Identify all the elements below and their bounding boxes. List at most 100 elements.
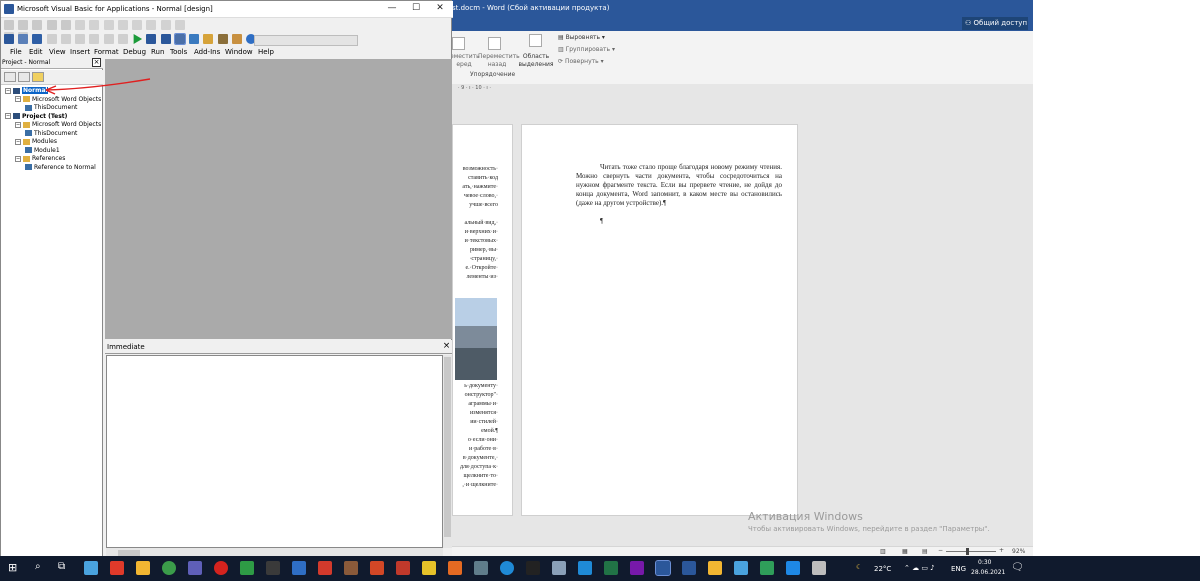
excel-icon[interactable]: [604, 561, 618, 575]
group-icon[interactable]: [160, 20, 171, 30]
tree-item[interactable]: Reference to Normal: [25, 164, 96, 172]
app-icon-10[interactable]: [474, 561, 488, 575]
tree-item[interactable]: − References: [15, 155, 65, 163]
vba-taskbar-icon[interactable]: [682, 561, 696, 575]
minimize-button[interactable]: —: [381, 3, 403, 16]
zoom-out-button[interactable]: −: [938, 547, 943, 554]
document-photo: [455, 298, 497, 380]
word-taskbar-icon[interactable]: [655, 560, 671, 576]
share-button[interactable]: ⚇ Общий доступ: [962, 17, 1028, 30]
app-icon-8[interactable]: [396, 561, 410, 575]
person-icon: ⚇: [965, 19, 974, 27]
app-icon-2[interactable]: [188, 561, 202, 575]
desktop-blank-area: [1033, 0, 1200, 555]
immediate-input[interactable]: [106, 355, 443, 548]
app-icon-7[interactable]: [344, 561, 358, 575]
page2-pilcrow: ¶: [600, 217, 604, 225]
align-button[interactable]: ▤ Выровнять ▾: [558, 34, 605, 42]
bring-forward-button[interactable]: еместить еред: [450, 53, 480, 69]
tree-item[interactable]: − Microsoft Word Objects: [15, 121, 101, 129]
position-combo[interactable]: [254, 35, 358, 46]
module-icon: [25, 130, 32, 136]
close-button[interactable]: ✕: [429, 3, 451, 16]
task-view-icon[interactable]: ⧉: [58, 561, 65, 572]
app-icon-12[interactable]: [552, 561, 566, 575]
app-icon-13[interactable]: [578, 561, 592, 575]
tree-toggle-icon[interactable]: −: [15, 121, 21, 128]
start-icon[interactable]: ⊞: [8, 561, 17, 574]
read-mode-icon[interactable]: ▥: [880, 548, 886, 555]
yandex-icon[interactable]: [110, 561, 124, 575]
edge-icon[interactable]: [500, 561, 514, 575]
app-icon-6[interactable]: [318, 561, 332, 575]
tray-icons[interactable]: ⌃ ☁ ▭ ♪: [904, 564, 935, 572]
send-backward-button[interactable]: Переместить назад: [478, 53, 520, 69]
zoom-slider-thumb[interactable]: [966, 548, 969, 555]
zoom-icon[interactable]: [174, 20, 185, 30]
app-icon-3[interactable]: [240, 561, 254, 575]
print-layout-icon[interactable]: ▦: [902, 548, 908, 555]
word-statusbar: ▥ ▦ ▤ − + 92%: [452, 546, 1033, 556]
opera-icon[interactable]: [214, 561, 228, 575]
immediate-window: Immediate ×: [105, 340, 452, 559]
annotation-arrow: [45, 78, 151, 95]
app-icon-14[interactable]: [708, 561, 722, 575]
tree-item[interactable]: ThisDocument: [25, 130, 77, 138]
app-icon-18[interactable]: [812, 561, 826, 575]
page2-paragraph[interactable]: Читать тоже стало проще благодаря новому…: [576, 163, 782, 208]
search-icon[interactable]: ⌕: [35, 561, 41, 572]
notifications-icon[interactable]: 🗨: [1011, 562, 1024, 573]
tree-item[interactable]: − Project (Test): [5, 113, 67, 121]
app-icon-15[interactable]: [734, 561, 748, 575]
app-icon-9[interactable]: [422, 561, 436, 575]
immediate-close-button[interactable]: ×: [442, 342, 451, 351]
app-icon-1[interactable]: [84, 561, 98, 575]
tree-item-label: Microsoft Word Objects: [32, 121, 102, 128]
zoom-level[interactable]: 92%: [1012, 548, 1025, 555]
properties-window-icon[interactable]: [203, 34, 214, 44]
project-explorer-icon[interactable]: [189, 34, 200, 44]
menu-tools[interactable]: Tools: [170, 48, 187, 56]
group-button[interactable]: ▥ Группировать ▾: [558, 46, 615, 54]
onenote-icon[interactable]: [630, 561, 644, 575]
menu-window[interactable]: Window: [225, 48, 253, 56]
rotate-button[interactable]: ⟳ Повернуть ▾: [558, 58, 604, 66]
zoom-slider[interactable]: [946, 551, 996, 552]
app-icon-4[interactable]: [266, 561, 280, 575]
app-icon-11[interactable]: [526, 561, 540, 575]
tree-toggle-icon[interactable]: −: [15, 155, 21, 162]
object-browser-icon[interactable]: [217, 34, 228, 44]
temperature[interactable]: 22°C: [874, 565, 891, 573]
maximize-button[interactable]: ☐: [405, 3, 427, 16]
reset-icon[interactable]: [160, 34, 171, 44]
project-icon: [13, 113, 20, 119]
tree-toggle-icon[interactable]: −: [15, 138, 21, 145]
language-indicator[interactable]: ENG: [951, 565, 966, 573]
chrome-icon[interactable]: [162, 561, 176, 575]
rotate-label: Повернуть: [564, 58, 599, 65]
clock-time[interactable]: 0:30: [978, 559, 991, 566]
tree-item-label: Modules: [32, 138, 57, 145]
toolbox-icon[interactable]: [231, 34, 242, 44]
web-layout-icon[interactable]: ▤: [922, 548, 928, 555]
menu-addins[interactable]: Add-Ins: [194, 48, 220, 56]
immediate-vertical-scrollbar[interactable]: [443, 355, 452, 548]
bring-forward-icon: [452, 37, 465, 50]
menu-help[interactable]: Help: [258, 48, 274, 56]
zoom-in-button[interactable]: +: [999, 547, 1004, 554]
firefox-icon[interactable]: [448, 561, 462, 575]
tree-toggle-icon[interactable]: −: [5, 113, 11, 119]
app-icon-5[interactable]: [292, 561, 306, 575]
selection-pane-button[interactable]: Область выделения: [518, 53, 554, 69]
clock-date[interactable]: 28.06.2021: [971, 569, 1005, 576]
app-icon-16[interactable]: [760, 561, 774, 575]
powerpoint-icon[interactable]: [370, 561, 384, 575]
explorer-icon[interactable]: [136, 561, 150, 575]
weather-icon[interactable]: ☾: [856, 563, 862, 571]
tree-item[interactable]: − Modules: [15, 138, 57, 146]
tree-item[interactable]: Module1: [25, 147, 60, 155]
app-icon-17[interactable]: [786, 561, 800, 575]
design-mode-icon[interactable]: [173, 33, 186, 45]
page1-text-top: возможность· ставить·код ать,·нажмите· чево…: [462, 166, 498, 280]
module-icon: [25, 164, 32, 170]
